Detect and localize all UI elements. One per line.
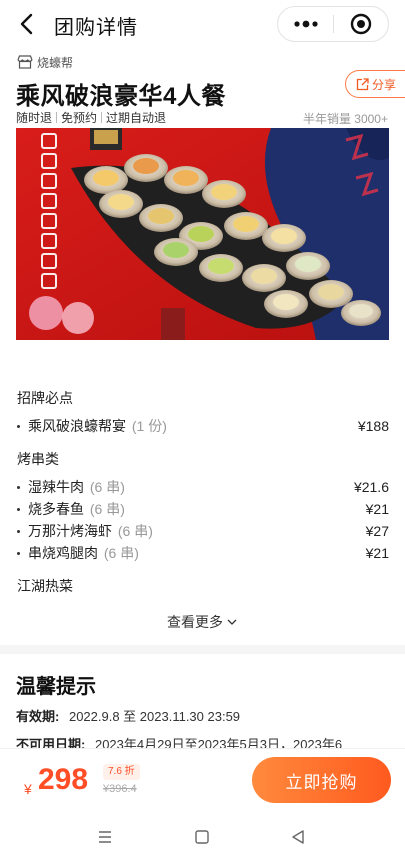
share-button[interactable]: 分享 bbox=[345, 70, 405, 98]
menu-item-price: ¥21 bbox=[365, 501, 389, 517]
tag-refund-anytime: 随时退 bbox=[16, 111, 53, 125]
service-tags: 随时退 免预约 过期自动退 bbox=[16, 109, 166, 126]
see-more-button[interactable]: 查看更多 bbox=[0, 610, 405, 634]
menu-item-qty: (6 串) bbox=[117, 523, 153, 539]
menu-section-title: 烤串类 bbox=[17, 451, 59, 467]
menu-item-price: ¥21 bbox=[365, 545, 389, 561]
validity-label: 有效期: bbox=[16, 709, 60, 724]
menu-item-price: ¥188 bbox=[357, 418, 389, 434]
section-divider bbox=[0, 645, 405, 654]
home-square-icon[interactable] bbox=[194, 829, 210, 845]
buy-now-button[interactable]: 立即抢购 bbox=[252, 757, 391, 803]
menu-item-name: 串烧鸡腿肉 bbox=[28, 545, 98, 561]
back-triangle-icon[interactable] bbox=[290, 829, 306, 845]
menu-section-title: 江湖热菜 bbox=[17, 578, 73, 594]
target-circle-icon[interactable] bbox=[334, 7, 388, 41]
package-menu: 招牌必点 乘风破浪蠔帮宴 (1 份) ¥188 烤串类 湿辣牛肉 (6 串) ¥… bbox=[17, 380, 389, 600]
menu-item-qty: (1 份) bbox=[131, 418, 167, 434]
menu-item: 烧多春鱼 (6 串) ¥21 bbox=[17, 499, 389, 519]
mini-program-capsule bbox=[277, 6, 389, 42]
sales-count: 半年销量 3000+ bbox=[302, 112, 388, 126]
menu-item: 万那汁烤海虾 (6 串) ¥27 bbox=[17, 521, 389, 541]
tips-title: 温馨提示 bbox=[16, 676, 96, 698]
menu-item: 乘风破浪蠔帮宴 (1 份) ¥188 bbox=[17, 416, 389, 436]
store-icon bbox=[17, 55, 33, 69]
menu-section-title: 招牌必点 bbox=[17, 390, 73, 406]
menu-item-name: 烧多春鱼 bbox=[28, 501, 84, 517]
menu-item-name: 湿辣牛肉 bbox=[28, 479, 84, 495]
more-dots-icon[interactable] bbox=[278, 7, 333, 41]
deal-price: 298 bbox=[38, 763, 89, 796]
menu-item: 湿辣牛肉 (6 串) ¥21.6 bbox=[17, 477, 389, 497]
see-more-label: 查看更多 bbox=[167, 614, 223, 630]
menu-item-qty: (6 串) bbox=[89, 501, 125, 517]
menu-item-qty: (6 串) bbox=[103, 545, 139, 561]
page-title: 团购详情 bbox=[54, 17, 138, 39]
tag-auto-refund: 过期自动退 bbox=[106, 111, 167, 125]
menu-item-name: 万那汁烤海虾 bbox=[28, 523, 112, 539]
menu-icon[interactable] bbox=[97, 829, 113, 845]
share-label: 分享 bbox=[372, 77, 397, 92]
purchase-bar: ¥ 298 7.6 折 ¥396.4 立即抢购 bbox=[0, 748, 405, 812]
validity-value: 2022.9.8 至 2023.11.30 23:59 bbox=[68, 709, 241, 724]
bullet bbox=[17, 486, 20, 489]
menu-item-qty: (6 串) bbox=[89, 479, 125, 495]
bullet bbox=[17, 552, 20, 555]
menu-item: 串烧鸡腿肉 (6 串) ¥21 bbox=[17, 543, 389, 563]
chevron-down-icon bbox=[227, 619, 237, 625]
tag-divider bbox=[56, 112, 58, 123]
menu-item-name: 乘风破浪蠔帮宴 bbox=[28, 418, 126, 434]
validity-line: 有效期: 2022.9.8 至 2023.11.30 23:59 bbox=[16, 706, 240, 725]
oyster-platter-illustration bbox=[16, 128, 389, 340]
tag-divider bbox=[101, 112, 103, 123]
deal-banner-image[interactable] bbox=[16, 128, 389, 340]
currency-symbol: ¥ bbox=[24, 781, 32, 797]
menu-item-price: ¥21.6 bbox=[353, 479, 389, 495]
bullet bbox=[17, 425, 20, 428]
tag-no-reservation: 免预约 bbox=[61, 111, 98, 125]
bullet bbox=[17, 508, 20, 511]
system-nav-bar bbox=[0, 812, 405, 862]
shop-name: 烧蠔帮 bbox=[37, 55, 74, 70]
shop-row[interactable]: 烧蠔帮 bbox=[17, 54, 73, 70]
top-nav-bar: 团购详情 bbox=[0, 0, 405, 48]
back-arrow-icon[interactable] bbox=[14, 11, 38, 37]
discount-badge: 7.6 折 bbox=[103, 764, 140, 780]
original-price: ¥396.4 bbox=[103, 783, 137, 795]
share-icon bbox=[356, 77, 369, 90]
deal-title: 乘风破浪豪华4人餐 bbox=[16, 83, 226, 110]
menu-item-price: ¥27 bbox=[365, 523, 389, 539]
bullet bbox=[17, 530, 20, 533]
